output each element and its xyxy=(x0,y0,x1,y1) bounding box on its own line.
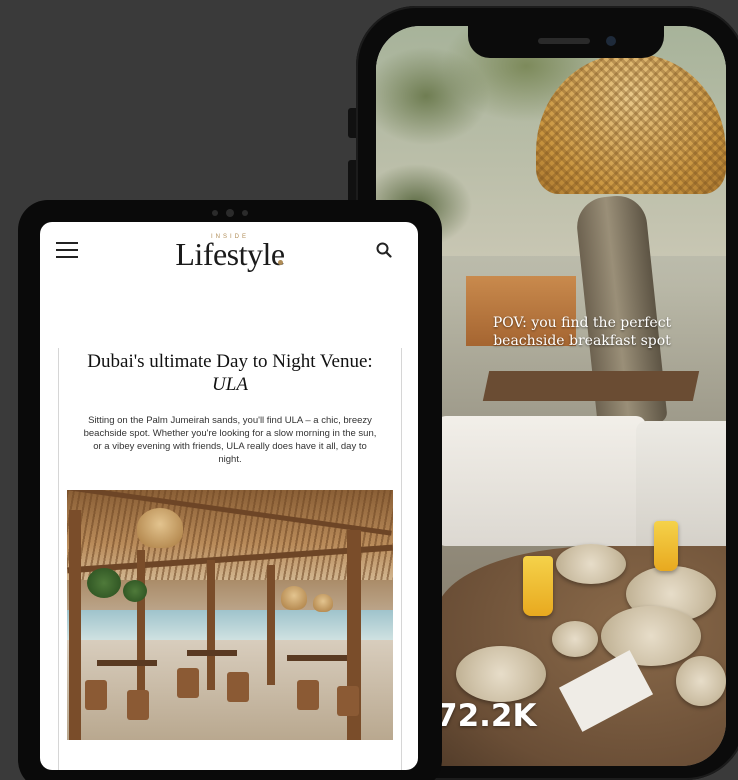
hamburger-menu-icon[interactable] xyxy=(56,242,78,258)
search-icon[interactable] xyxy=(376,242,392,258)
hero-post xyxy=(267,565,275,685)
view-count: 72.2K xyxy=(436,698,537,734)
hero-table xyxy=(97,660,157,666)
hero-chair xyxy=(227,672,249,702)
hero-post xyxy=(69,510,81,740)
article-hero-image xyxy=(67,490,393,740)
video-scene-juice-glass xyxy=(654,521,678,571)
logo-main-text: Lifestyle xyxy=(175,236,285,272)
hero-table xyxy=(187,650,237,656)
headline-italic-text: ULA xyxy=(212,374,248,395)
hero-chair xyxy=(85,680,107,710)
phone-notch xyxy=(468,26,664,58)
video-scene-juice-glass xyxy=(523,556,553,616)
hero-plant xyxy=(87,568,121,598)
phone-camera xyxy=(606,36,616,46)
video-scene-plate xyxy=(456,646,546,702)
article: Dubai's ultimate Day to Night Venue: ULA… xyxy=(58,348,402,770)
phone-speaker xyxy=(538,38,590,44)
hero-chair xyxy=(177,668,199,698)
hero-sea xyxy=(67,610,393,640)
hero-plant xyxy=(123,580,147,602)
hero-post xyxy=(207,560,215,690)
logo-dot xyxy=(278,260,283,265)
video-scene-bowl xyxy=(552,621,598,657)
tablet-camera xyxy=(210,208,250,218)
hero-pendant-lamp xyxy=(281,586,307,610)
video-scene-plate xyxy=(676,656,726,706)
tablet-screen: INSIDE Lifestyle Dubai's ultimate Day to… xyxy=(40,222,418,770)
video-scene-plate xyxy=(556,544,626,584)
hero-chair xyxy=(127,690,149,720)
site-logo[interactable]: INSIDE Lifestyle xyxy=(160,230,300,276)
headline-text: Dubai's ultimate Day to Night Venue: xyxy=(87,351,373,372)
video-scene-cushion xyxy=(436,416,646,546)
hero-post xyxy=(137,550,145,700)
hero-pendant-lamp xyxy=(313,594,333,612)
hero-table xyxy=(287,655,347,661)
phone-volume-button xyxy=(348,160,356,204)
site-header: INSIDE Lifestyle xyxy=(40,222,418,282)
video-caption: POV: you find the perfect beachside brea… xyxy=(492,315,672,349)
tablet-device: INSIDE Lifestyle Dubai's ultimate Day to… xyxy=(18,200,442,780)
video-scene-planter xyxy=(482,371,700,401)
phone-side-button xyxy=(348,108,356,138)
hero-chair xyxy=(297,680,319,710)
hero-chair xyxy=(337,686,359,716)
device-mockup-stage: POV: you find the perfect beachside brea… xyxy=(0,0,738,780)
article-headline[interactable]: Dubai's ultimate Day to Night Venue: ULA xyxy=(79,350,381,396)
article-intro: Sitting on the Palm Jumeirah sands, you'… xyxy=(83,415,377,465)
hero-pendant-lamp xyxy=(137,508,183,548)
video-scene-cushion-right xyxy=(636,421,726,561)
